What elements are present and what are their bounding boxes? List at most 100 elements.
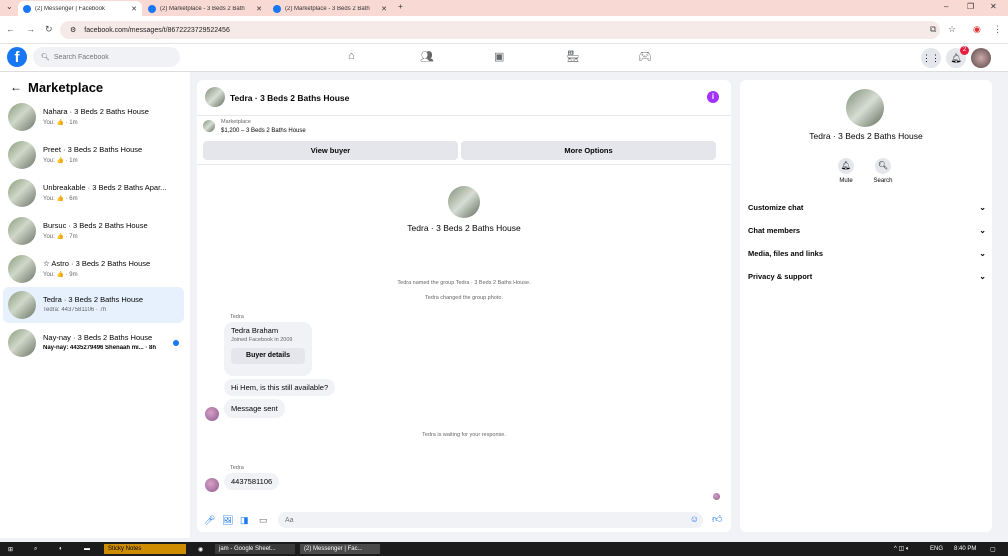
conversation-name: Tedra · 3 Beds 2 Baths House [43, 295, 144, 304]
conversation-preview: Nay-nay: 4435279496 Shenaah mi... · 8h [43, 345, 157, 351]
conversation-item[interactable]: ☆ Astro · 3 Beds 2 Baths House You: 👍 · … [3, 251, 184, 287]
row-label: Media, files and links [748, 249, 824, 258]
windows-start-icon[interactable]: ⊞ [4, 544, 17, 554]
conversation-avatar [8, 141, 36, 169]
search-icon[interactable]: 🔍︎ [875, 158, 891, 174]
taskbar-google-sheets[interactable]: jam - Google Sheet... [215, 544, 295, 554]
sender-label: Tedra [230, 314, 244, 320]
home-icon[interactable]: ⌂ [348, 50, 355, 62]
menu-grid-icon[interactable]: ⋮⋮ [921, 48, 941, 68]
facebook-icon [23, 4, 31, 13]
conversation-avatar [8, 179, 36, 207]
browser-tab-bar: ⌄ (2) Messenger | Facebook ✕ (2) Marketp… [0, 0, 1008, 16]
group-photo-large [846, 89, 884, 127]
install-app-icon[interactable]: ⧉ [930, 24, 936, 35]
photo-icon[interactable]: 🖼︎ [222, 515, 233, 526]
url-field[interactable]: ⚙ facebook.com/messages/t/86722237295224… [60, 21, 940, 39]
forward-arrow-icon[interactable]: → [26, 24, 35, 34]
mute-label: Mute [839, 178, 853, 184]
taskbar-label: Sticky Notes [108, 546, 142, 552]
friends-icon[interactable]: 👥︎ [420, 50, 434, 63]
system-tray-icons[interactable]: ^ ◫ 🔈︎ [890, 544, 913, 554]
clock[interactable]: 8:40 PM [950, 544, 980, 554]
conversation-item[interactable]: Preet · 3 Beds 2 Baths House You: 👍 · 1m [3, 137, 184, 173]
search-input[interactable] [53, 53, 174, 61]
emoji-icon[interactable]: ☺ [690, 514, 699, 524]
notifications-icon[interactable]: 🔔︎ 2 [946, 46, 969, 68]
gaming-icon[interactable]: 🎮︎ [638, 50, 652, 63]
gif-icon[interactable]: ▭ [259, 515, 268, 526]
customize-chat-row[interactable]: Customize chat ⌄ [748, 203, 986, 219]
conversation-item[interactable]: Nay-nay · 3 Beds 2 Baths House Nay-nay: … [3, 325, 184, 361]
browser-tab-messenger[interactable]: (2) Messenger | Facebook ✕ [18, 1, 142, 16]
search-label: Search [873, 178, 893, 184]
view-buyer-button[interactable]: View buyer [203, 141, 458, 160]
back-arrow-icon[interactable]: ← [10, 80, 22, 94]
close-icon[interactable]: ✕ [256, 5, 262, 13]
conversation-item[interactable]: Bursuc · 3 Beds 2 Baths House You: 👍 · 7… [3, 213, 184, 249]
conversation-preview: You: 👍 · 1m [43, 120, 78, 126]
conversation-item-selected[interactable]: Tedra · 3 Beds 2 Baths House Tedra: 4437… [3, 287, 184, 323]
row-label: Chat members [748, 226, 801, 235]
sticker-icon[interactable]: ◨ [240, 515, 249, 526]
mute-bell-icon[interactable]: 🔔︎ [838, 158, 854, 174]
file-explorer-icon[interactable]: ▬ [80, 544, 94, 554]
close-icon[interactable]: ✕ [381, 5, 387, 13]
new-tab-icon[interactable]: + [398, 2, 403, 11]
site-info-icon[interactable]: ⚙ [70, 26, 76, 34]
language-indicator[interactable]: ENG [926, 544, 947, 554]
chevron-down-icon: ⌄ [979, 226, 986, 235]
minimize-icon[interactable]: – [944, 2, 948, 11]
browser-menu-icon[interactable]: ⋮ [993, 24, 1002, 35]
conversation-preview: You: 👍 · 1m [43, 158, 78, 164]
chat-members-row[interactable]: Chat members ⌄ [748, 226, 986, 242]
microphone-icon[interactable]: 🎤︎ [204, 515, 215, 526]
message-input[interactable] [278, 512, 668, 528]
reload-icon[interactable]: ↻ [45, 24, 53, 35]
facebook-logo[interactable]: f [7, 47, 27, 67]
message-box[interactable]: ☺ [278, 512, 703, 528]
app-icon[interactable]: ◉ [194, 544, 207, 554]
conversation-name: ☆ Astro · 3 Beds 2 Baths House [43, 259, 151, 268]
buyer-joined: Joined Facebook in 2009 [231, 337, 293, 343]
address-bar-row: ← → ↻ ⚙ facebook.com/messages/t/86722237… [0, 16, 1008, 44]
taskbar-label: jam - Google Sheet... [219, 546, 276, 552]
window-close-icon[interactable]: ✕ [990, 2, 997, 11]
restore-icon[interactable]: ❐ [967, 2, 974, 11]
buyer-details-button[interactable]: Buyer details [231, 348, 305, 364]
tab-search-icon[interactable]: ⌄ [6, 2, 13, 11]
conversation-preview: You: 👍 · 6m [43, 196, 78, 202]
account-avatar[interactable] [971, 48, 991, 68]
facebook-icon [148, 4, 156, 13]
row-label: Privacy & support [748, 272, 813, 281]
back-arrow-icon[interactable]: ← [6, 24, 15, 34]
taskbar-sticky-notes[interactable]: Sticky Notes [104, 544, 186, 554]
message-bubble: Message sent [224, 399, 285, 418]
chat-title[interactable]: Tedra · 3 Beds 2 Baths House [230, 93, 349, 103]
more-options-button[interactable]: More Options [461, 141, 716, 160]
chat-avatar[interactable] [205, 87, 225, 107]
info-icon[interactable]: i [707, 91, 719, 103]
listing-thumbnail [203, 120, 215, 132]
conversation-preview: Tedra: 4437581106 · 7h [43, 307, 107, 313]
marketplace-icon[interactable]: 🏪︎ [566, 50, 580, 63]
privacy-support-row[interactable]: Privacy & support ⌄ [748, 272, 986, 288]
browser-tab-marketplace-2[interactable]: (2) Marketplace - 3 Beds 2 Bath ✕ [268, 1, 392, 16]
media-files-links-row[interactable]: Media, files and links ⌄ [748, 249, 986, 265]
taskbar-search-icon[interactable]: ⌕ [30, 544, 41, 554]
edge-icon[interactable]: ◐ [55, 544, 67, 554]
conversation-item[interactable]: Nahara · 3 Beds 2 Baths House You: 👍 · 1… [3, 99, 184, 135]
profile-icon[interactable]: ◉ [973, 24, 981, 35]
group-photo [448, 186, 480, 218]
bookmark-star-icon[interactable]: ☆ [948, 24, 956, 35]
close-icon[interactable]: ✕ [131, 5, 137, 13]
video-icon[interactable]: ▣ [494, 50, 504, 63]
conversation-item[interactable]: Unbreakable · 3 Beds 2 Baths Apar... You… [3, 175, 184, 211]
chevron-down-icon: ⌄ [979, 249, 986, 258]
search-box[interactable]: 🔍︎ [33, 47, 180, 67]
conversation-preview: You: 👍 · 7m [43, 234, 78, 240]
taskbar-messenger[interactable]: (2) Messenger | Fac... [300, 544, 380, 554]
notification-center-icon[interactable]: ▢ [986, 544, 1000, 554]
browser-tab-marketplace-1[interactable]: (2) Marketplace - 3 Beds 2 Bath ✕ [143, 1, 267, 16]
like-icon[interactable]: 👍︎ [712, 513, 722, 525]
